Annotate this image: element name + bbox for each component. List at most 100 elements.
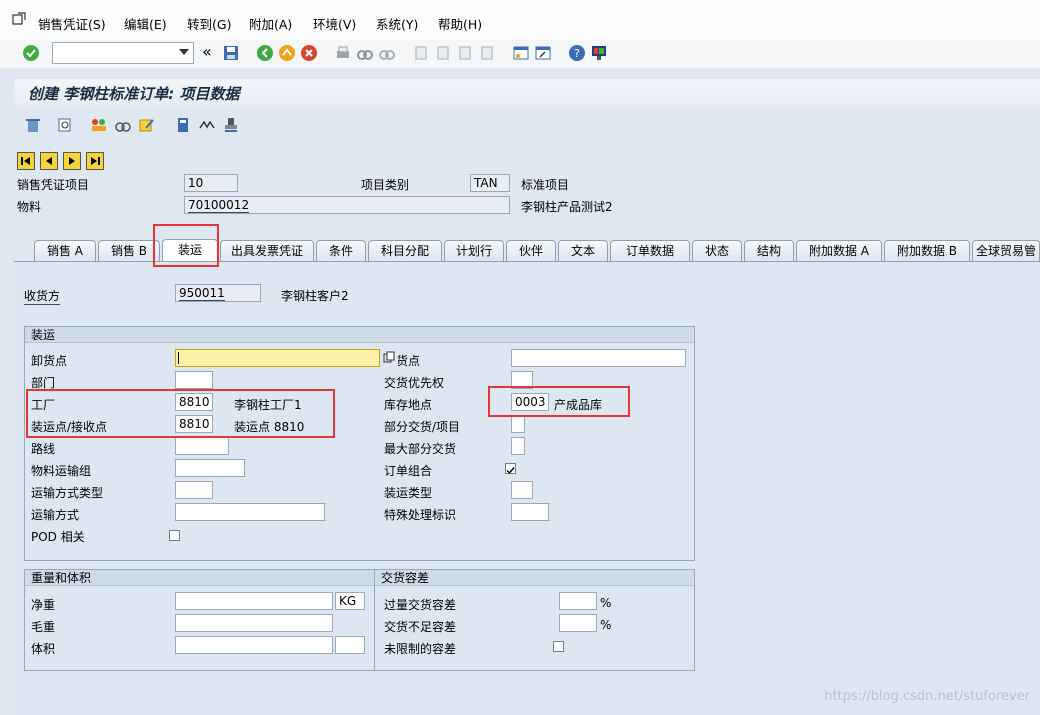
menu-bar: 销售凭证(S) 编辑(E) 转到(G) 附加(A) 环境(V) 系统(Y) 帮助… [0, 0, 1040, 40]
glasses-icon[interactable] [198, 116, 216, 134]
route-label: 路线 [31, 442, 56, 456]
ship-to-value: 950011 [179, 286, 225, 301]
tab-order-data[interactable]: 订单数据 [610, 240, 690, 261]
menu-environment[interactable]: 环境(V) [313, 14, 356, 33]
unloading-point-input[interactable] [175, 349, 380, 367]
shipping-type-input[interactable] [511, 481, 533, 499]
first-item-button[interactable] [17, 152, 35, 170]
pod-relevant-label: POD 相关 [31, 530, 85, 544]
next-page-icon[interactable] [456, 44, 474, 62]
back-icon[interactable] [256, 44, 274, 62]
calculator-icon[interactable] [174, 116, 192, 134]
cancel-icon[interactable] [300, 44, 318, 62]
material-desc: 李钢柱产品测试2 [521, 200, 613, 214]
special-processing-input[interactable] [511, 503, 549, 521]
print-icon[interactable] [334, 44, 352, 62]
help-icon[interactable]: ? [568, 44, 586, 62]
tab-sales-b[interactable]: 销售 B [98, 240, 160, 261]
route-input[interactable] [175, 437, 229, 455]
storage-location-label: 库存地点 [384, 398, 433, 412]
previous-item-button[interactable] [40, 152, 58, 170]
create-session-icon[interactable] [512, 44, 530, 62]
page-title: 创建 李钢柱标准订单: 项目数据 [28, 85, 240, 103]
tab-additional-data-b[interactable]: 附加数据 B [884, 240, 970, 261]
edit-pencil-icon[interactable] [138, 116, 156, 134]
receiving-point-input[interactable] [511, 349, 686, 367]
menu-system[interactable]: 系统(Y) [376, 14, 418, 33]
unlimited-tolerance-label: 未限制的容差 [384, 642, 457, 656]
last-item-icon [91, 157, 100, 165]
overdelivery-tolerance-input[interactable] [559, 592, 597, 610]
standard-toolbar: « ? [0, 40, 1040, 69]
tab-global-trade[interactable]: 全球贸易管 [972, 240, 1040, 261]
max-partial-deliveries-input[interactable] [511, 437, 525, 455]
display-document-icon[interactable] [56, 116, 74, 134]
first-page-icon[interactable] [412, 44, 430, 62]
stamp-icon[interactable] [222, 116, 240, 134]
underdelivery-tolerance-label: 交货不足容差 [384, 620, 457, 634]
title-bar: 创建 李钢柱标准订单: 项目数据 [14, 79, 1040, 107]
menu-edit[interactable]: 编辑(E) [124, 14, 167, 33]
item-number-field: 10 [184, 174, 238, 192]
volume-input[interactable] [175, 636, 333, 654]
order-combination-checkbox[interactable] [505, 463, 516, 475]
chevron-down-icon[interactable] [179, 49, 189, 55]
tab-conditions[interactable]: 条件 [316, 240, 366, 261]
item-number-value: 10 [188, 176, 204, 190]
tab-account-assignment[interactable]: 科目分配 [368, 240, 442, 261]
find-next-icon[interactable] [378, 44, 396, 62]
ship-to-label: 收货方 [24, 289, 61, 305]
pod-relevant-checkbox[interactable] [169, 530, 180, 541]
previous-page-icon[interactable] [434, 44, 452, 62]
material-value: 70100012 [188, 198, 250, 213]
means-of-transport-type-input[interactable] [175, 481, 213, 499]
shortcut-icon[interactable] [534, 44, 552, 62]
highlight-plant-shippingpoint [26, 389, 335, 438]
partial-delivery-input[interactable] [511, 415, 525, 433]
double-chevron-left-icon[interactable]: « [202, 44, 220, 62]
save-icon[interactable] [222, 44, 240, 62]
means-of-transport-label: 运输方式 [31, 508, 80, 522]
menu-help[interactable]: 帮助(H) [438, 14, 482, 33]
overdelivery-percent: % [600, 596, 612, 610]
tab-texts[interactable]: 文本 [558, 240, 608, 261]
order-combination-label: 订单组合 [384, 464, 433, 478]
enter-check-icon[interactable] [22, 44, 40, 62]
means-of-transport-input[interactable] [175, 503, 325, 521]
weight-unit-input[interactable]: KG [335, 592, 365, 610]
department-input[interactable] [175, 371, 213, 389]
tab-structure[interactable]: 结构 [744, 240, 794, 261]
partner-icon[interactable] [90, 116, 108, 134]
tab-sales-a[interactable]: 销售 A [34, 240, 96, 261]
menu-system-icon[interactable] [12, 12, 26, 26]
tab-status[interactable]: 状态 [692, 240, 742, 261]
tab-schedule-lines[interactable]: 计划行 [444, 240, 504, 261]
tab-additional-data-a[interactable]: 附加数据 A [796, 240, 882, 261]
gross-weight-label: 毛重 [31, 620, 56, 634]
tab-partners[interactable]: 伙伴 [506, 240, 556, 261]
underdelivery-percent: % [600, 618, 612, 632]
last-page-icon[interactable] [478, 44, 496, 62]
menu-extras[interactable]: 附加(A) [249, 14, 292, 33]
last-item-button[interactable] [86, 152, 104, 170]
tab-billing-document[interactable]: 出具发票凭证 [220, 240, 314, 261]
material-freight-group-input[interactable] [175, 459, 245, 477]
menu-sales-document[interactable]: 销售凭证(S) [38, 14, 106, 33]
unlimited-tolerance-checkbox[interactable] [553, 641, 564, 652]
menu-goto[interactable]: 转到(G) [187, 14, 231, 33]
item-label: 销售凭证项目 [17, 178, 90, 192]
next-item-button[interactable] [63, 152, 81, 170]
net-weight-input[interactable] [175, 592, 333, 610]
volume-unit-input[interactable] [335, 636, 365, 654]
customize-layout-icon[interactable] [590, 44, 608, 62]
application-toolbar [14, 108, 1040, 142]
underdelivery-tolerance-input[interactable] [559, 614, 597, 632]
command-field[interactable] [52, 42, 194, 64]
exit-icon[interactable] [278, 44, 296, 62]
stock-icon[interactable] [114, 116, 132, 134]
find-icon[interactable] [356, 44, 374, 62]
previous-item-icon [46, 157, 52, 165]
trash-icon[interactable] [24, 116, 42, 134]
copy-icon[interactable] [383, 351, 395, 363]
gross-weight-input[interactable] [175, 614, 333, 632]
